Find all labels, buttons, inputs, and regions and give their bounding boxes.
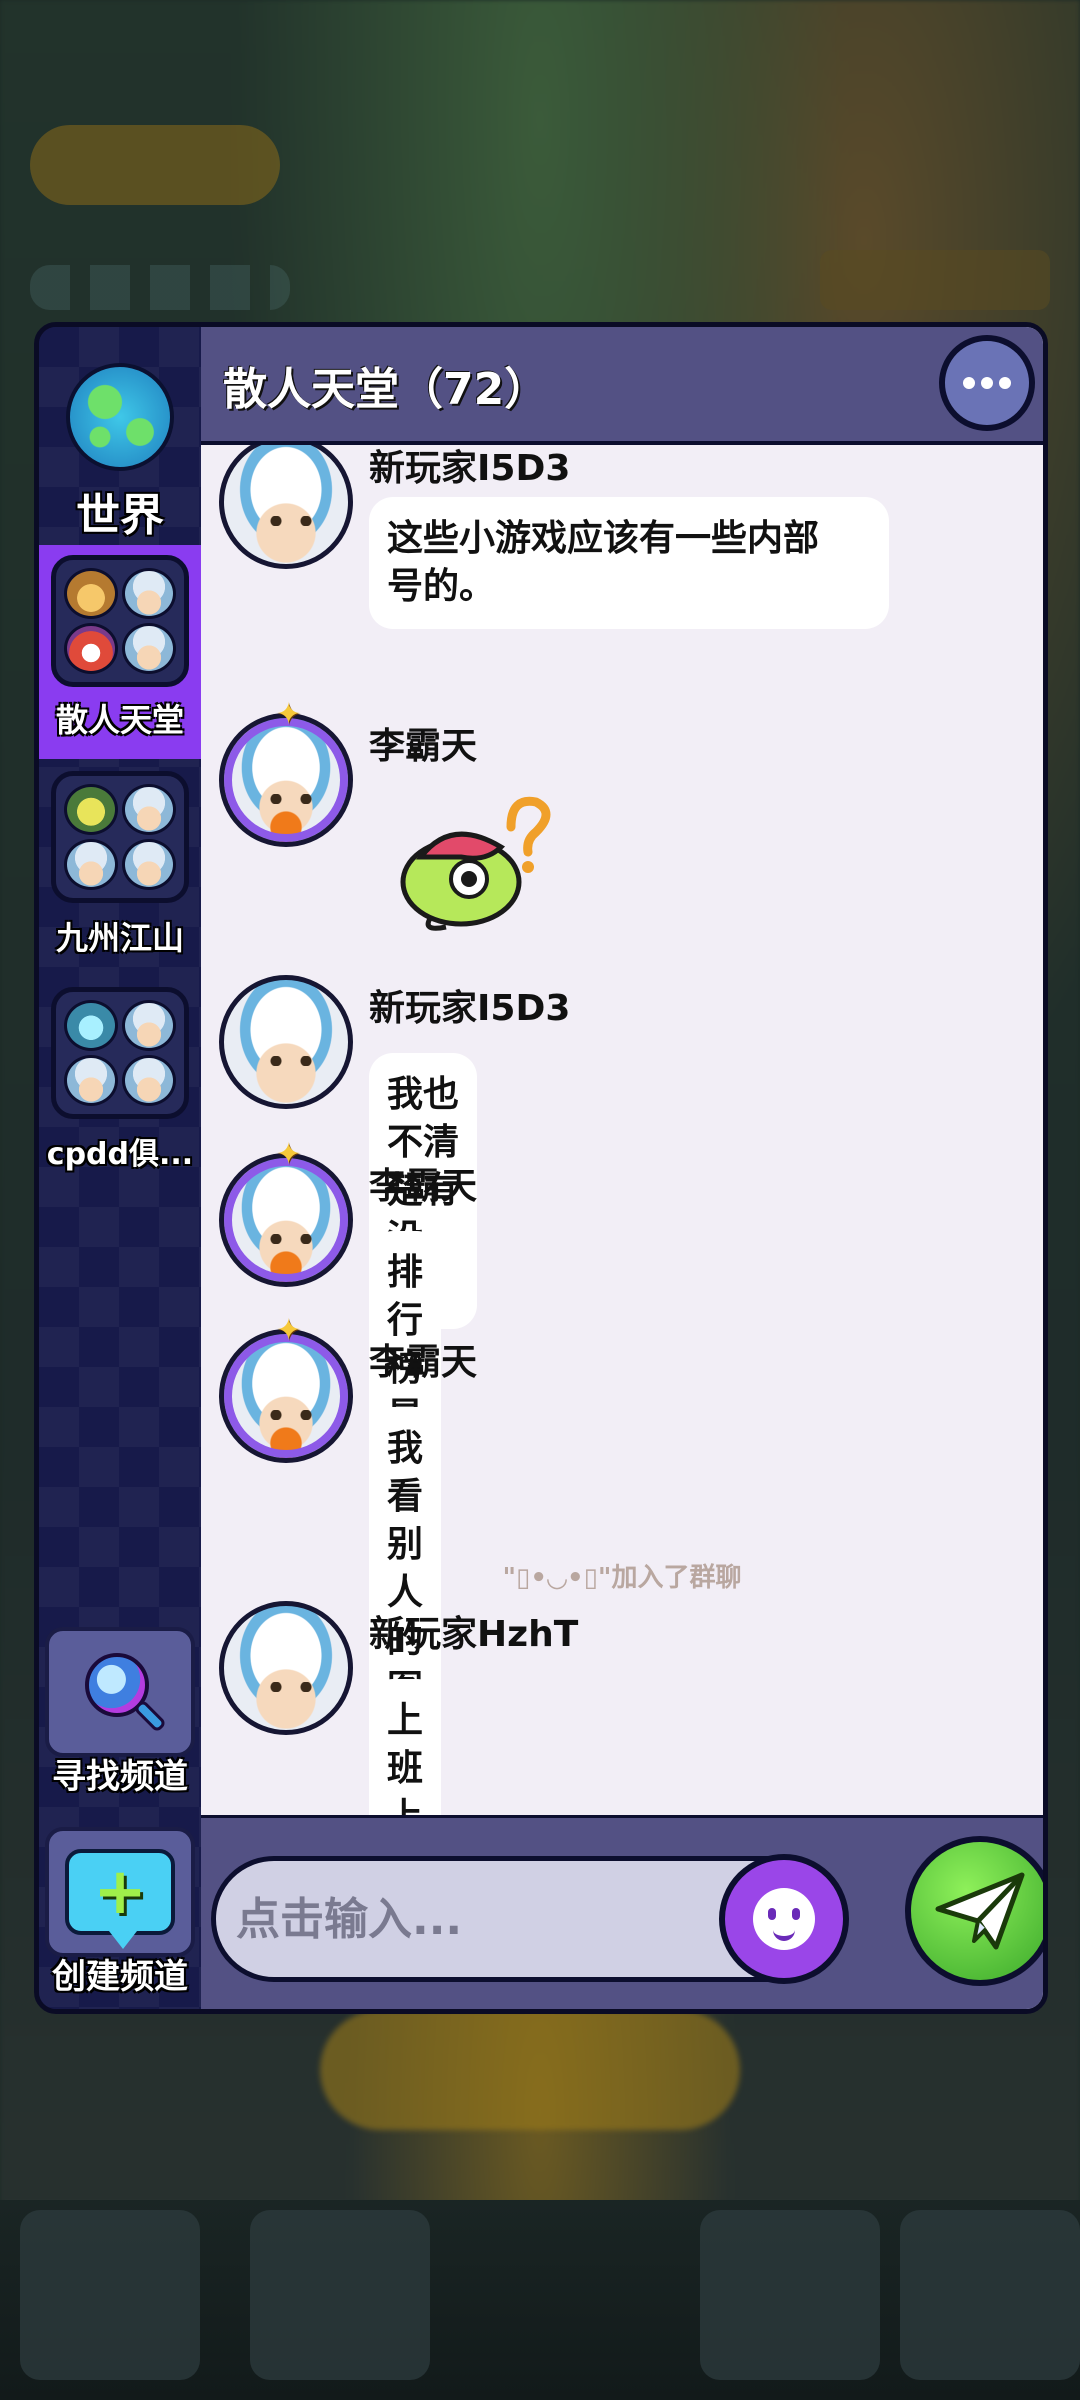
message-username: 新玩家HzhT xyxy=(369,1614,579,1655)
message-list[interactable]: 新玩家I5D3 这些小游戏应该有一些内部 号的。 ✦ 李霸天 新玩家I5D3 我… xyxy=(201,445,1043,1815)
avatar[interactable] xyxy=(219,1601,353,1735)
paper-plane-icon xyxy=(935,1872,1025,1950)
message-username: 李霸天 xyxy=(369,1342,478,1383)
avatar xyxy=(122,623,176,674)
sidebar-item-channel-3[interactable]: cpdd俱... xyxy=(39,987,201,1173)
background-top-banner xyxy=(820,250,1050,310)
star-icon: ✦ xyxy=(276,1137,302,1172)
avatar[interactable] xyxy=(219,445,353,569)
sidebar-item-channel-1[interactable]: 散人天堂 xyxy=(39,545,201,759)
group-avatar-icon xyxy=(51,771,189,903)
chat-dialog: 世界 散人天堂 九州江山 cpdd俱... 寻找频道 + 创建频道 散人天堂（7… xyxy=(34,322,1048,2014)
message-username: 新玩家I5D3 xyxy=(369,448,571,489)
magnifier-icon xyxy=(77,1649,167,1735)
send-button[interactable] xyxy=(905,1836,1043,1986)
avatar xyxy=(122,784,176,835)
message-line: 号的。 xyxy=(387,566,496,607)
avatar xyxy=(122,1055,176,1106)
system-join-notice: "▯•◡•▯"加入了群聊 xyxy=(502,1563,742,1593)
chat-main: 散人天堂（72） 新玩家I5D3 这些小游戏应该有一些内部 号的。 ✦ 李霸天 xyxy=(201,327,1043,2009)
avatar xyxy=(64,1000,118,1051)
avatar xyxy=(64,623,118,674)
message-bubble[interactable]: 这些小游戏应该有一些内部 号的。 xyxy=(369,497,889,629)
background-tab xyxy=(250,2210,430,2380)
create-channel-icon-box: + xyxy=(45,1827,195,1957)
background-tab xyxy=(700,2210,880,2380)
avatar xyxy=(64,784,118,835)
group-avatar-icon xyxy=(51,987,189,1119)
find-channel-button[interactable]: 寻找频道 xyxy=(39,1627,201,1798)
sidebar-item-label: 散人天堂 xyxy=(55,701,184,739)
avatar xyxy=(122,839,176,890)
avatar xyxy=(64,839,118,890)
avatar[interactable]: ✦ xyxy=(219,1140,353,1287)
avatar xyxy=(122,1000,176,1051)
channel-sidebar: 世界 散人天堂 九州江山 cpdd俱... 寻找频道 + 创建频道 xyxy=(39,327,201,2009)
background-coin-bar xyxy=(320,2010,740,2130)
avatar xyxy=(64,1055,118,1106)
message-username: 李霸天 xyxy=(369,726,478,767)
sidebar-item-label: 九州江山 xyxy=(55,919,184,957)
message-username: 新玩家I5D3 xyxy=(369,988,571,1029)
background-tab xyxy=(900,2210,1080,2380)
smiley-icon xyxy=(753,1888,815,1950)
message-composer xyxy=(201,1815,1043,2009)
background-tab xyxy=(20,2210,200,2380)
avatar[interactable]: ✦ xyxy=(219,700,353,847)
avatar xyxy=(122,568,176,619)
avatar[interactable] xyxy=(219,975,353,1109)
find-channel-label: 寻找频道 xyxy=(52,1757,188,1797)
background-top-bar xyxy=(30,125,280,205)
star-icon: ✦ xyxy=(276,1313,302,1348)
globe-icon xyxy=(66,363,174,471)
avatar xyxy=(64,568,118,619)
dot-icon xyxy=(999,377,1011,389)
star-icon: ✦ xyxy=(276,697,302,732)
message-bubble[interactable]: 上班上班 xyxy=(369,1679,442,1815)
sidebar-item-channel-2[interactable]: 九州江山 xyxy=(39,771,201,959)
avatar[interactable]: ✦ xyxy=(219,1316,353,1463)
page-title: 散人天堂（72） xyxy=(223,364,549,415)
emoji-button[interactable] xyxy=(719,1854,849,1984)
message-username: 李霸天 xyxy=(369,1166,478,1207)
group-avatar-icon xyxy=(51,555,189,687)
background-dots xyxy=(30,265,290,310)
create-channel-label: 创建频道 xyxy=(52,1957,188,1997)
sidebar-item-world[interactable]: 世界 xyxy=(39,363,201,543)
message-line: 这些小游戏应该有一些内部 xyxy=(387,518,820,559)
sidebar-item-label: cpdd俱... xyxy=(46,1137,194,1172)
chameleon-sticker-icon[interactable] xyxy=(391,787,555,937)
sidebar-item-label: 世界 xyxy=(76,490,164,541)
plus-bubble-icon: + xyxy=(65,1849,175,1949)
find-channel-icon-box xyxy=(45,1627,195,1757)
more-options-button[interactable] xyxy=(939,335,1035,431)
dot-icon xyxy=(981,377,993,389)
chat-header: 散人天堂（72） xyxy=(201,327,1043,445)
create-channel-button[interactable]: + 创建频道 xyxy=(39,1827,201,1998)
dot-icon xyxy=(963,377,975,389)
